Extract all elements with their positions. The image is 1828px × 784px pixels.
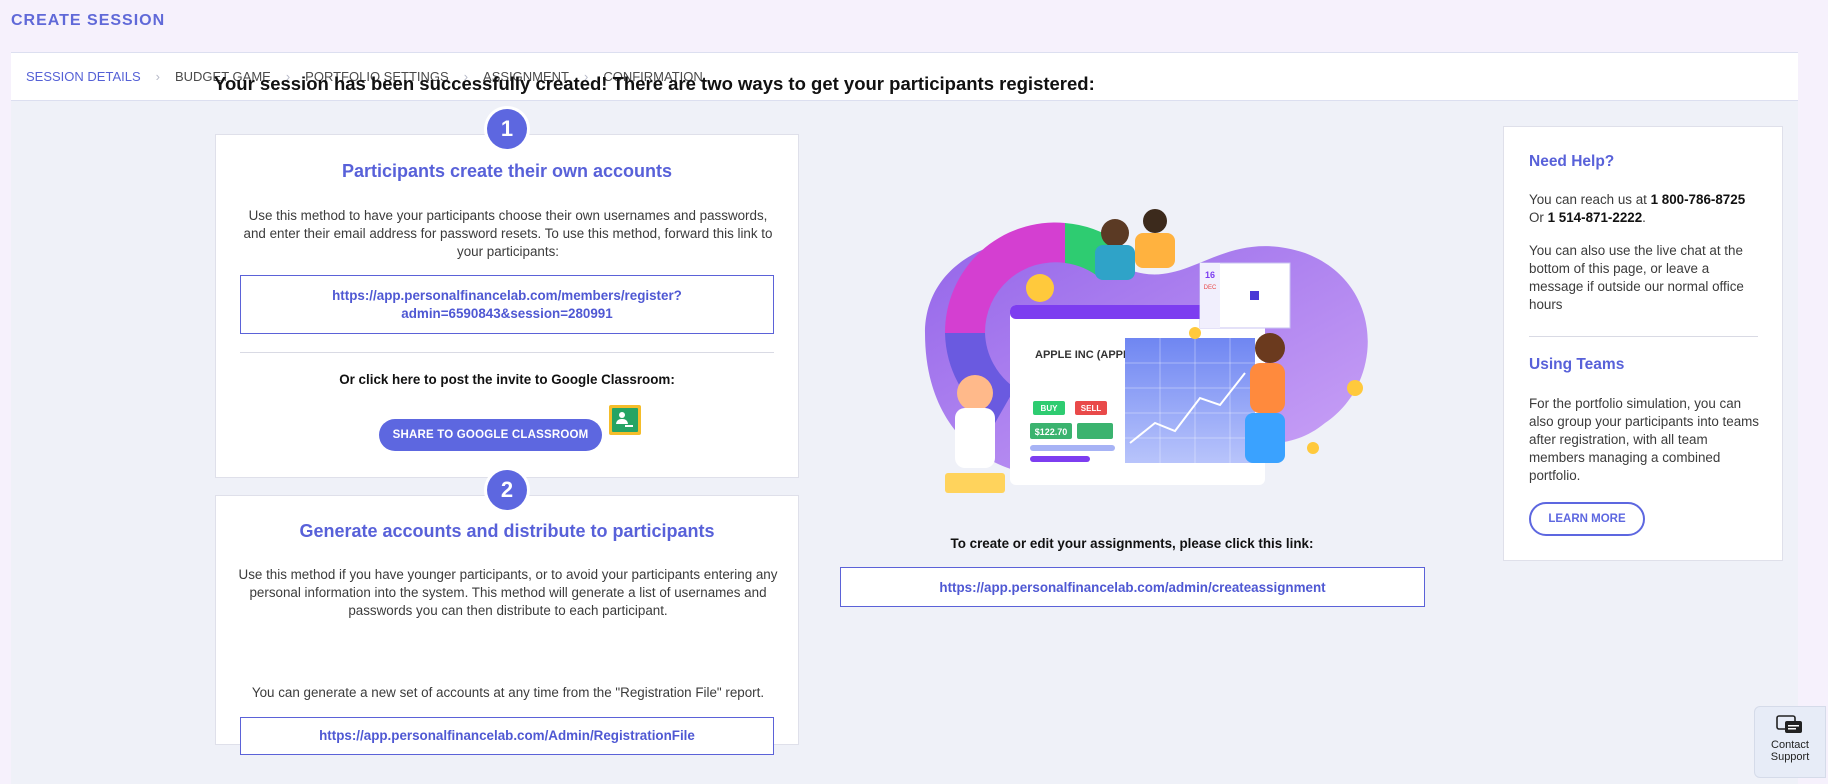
create-assignment-link[interactable]: https://app.personalfinancelab.com/admin… xyxy=(840,567,1425,607)
svg-text:$122.70: $122.70 xyxy=(1035,427,1068,437)
option1-description: Use this method to have your participant… xyxy=(243,208,773,259)
divider xyxy=(240,352,774,353)
using-teams-heading: Using Teams xyxy=(1529,356,1625,373)
divider xyxy=(1529,336,1758,337)
svg-text:DEC: DEC xyxy=(1204,285,1217,291)
learn-more-button[interactable]: LEARN MORE xyxy=(1529,502,1645,536)
option-self-register-card: Participants create their own accounts U… xyxy=(215,134,799,478)
svg-text:SELL: SELL xyxy=(1081,404,1102,413)
success-headline: Your session has been successfully creat… xyxy=(214,73,1095,94)
svg-text:BUY: BUY xyxy=(1041,404,1059,413)
contact-phones: You can reach us at 1 800-786-8725 Or 1 … xyxy=(1529,192,1746,225)
need-help-heading: Need Help? xyxy=(1529,153,1615,170)
option2-title: Generate accounts and distribute to part… xyxy=(299,521,715,541)
finance-illustration: APPLE INC (APPL) BUY SELL $122.70 16 DEC xyxy=(925,209,1368,493)
phone-1: 1 800-786-8725 xyxy=(1650,192,1746,207)
step-number-badge: 1 xyxy=(487,109,527,149)
support-label-line1: Contact xyxy=(1771,739,1809,751)
classroom-label: Or click here to post the invite to Goog… xyxy=(339,372,675,387)
option-generate-accounts-card: Generate accounts and distribute to part… xyxy=(215,495,799,755)
share-google-classroom-button[interactable]: SHARE TO GOOGLE CLASSROOM xyxy=(379,419,602,451)
option1-title: Participants create their own accounts xyxy=(341,161,673,181)
option2-description: Use this method if you have younger part… xyxy=(238,567,778,618)
chat-info: You can also use the live chat at the bo… xyxy=(1529,243,1744,312)
step-number-badge: 2 xyxy=(487,470,527,510)
google-classroom-icon[interactable] xyxy=(609,405,641,435)
registration-file-link[interactable]: https://app.personalfinancelab.com/Admin… xyxy=(240,717,774,755)
illustration-company: APPLE INC (APPL) xyxy=(1035,349,1134,361)
chat-icon xyxy=(1776,715,1802,733)
svg-text:16: 16 xyxy=(1205,270,1215,280)
phone-2: 1 514-871-2222 xyxy=(1547,210,1643,225)
page-title: CREATE SESSION xyxy=(11,12,166,29)
option2-note: You can generate a new set of accounts a… xyxy=(251,685,765,700)
assignment-label: To create or edit your assignments, plea… xyxy=(950,536,1314,551)
step-session-details[interactable]: SESSION DETAILS xyxy=(26,69,141,84)
teams-info: For the portfolio simulation, you can al… xyxy=(1529,396,1759,483)
support-label-line2: Support xyxy=(1770,751,1810,763)
contact-support-button[interactable]: Contact Support xyxy=(1754,706,1826,778)
help-panel: Need Help? You can reach us at 1 800-786… xyxy=(1503,126,1783,561)
chevron-right-icon: › xyxy=(155,69,160,84)
register-link[interactable]: https://app.personalfinancelab.com/membe… xyxy=(240,275,774,334)
